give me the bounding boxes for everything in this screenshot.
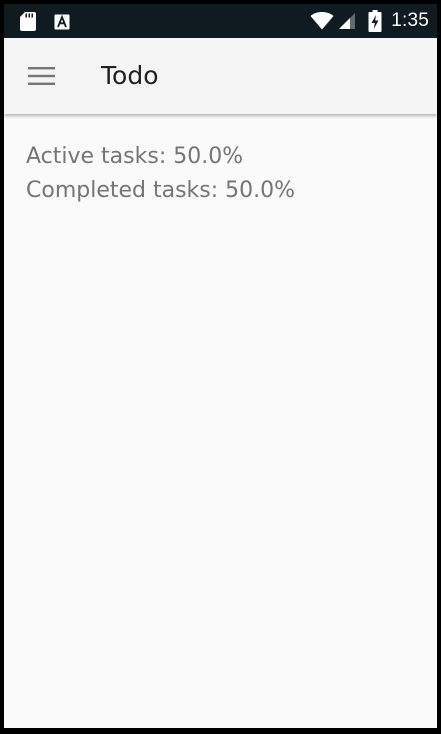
a-keyboard-icon	[54, 14, 70, 30]
app-bar: Todo	[4, 38, 437, 114]
menu-icon[interactable]	[28, 66, 56, 86]
statistics-content: Active tasks: 50.0% Completed tasks: 50.…	[26, 140, 295, 208]
status-bar: 1:35	[4, 4, 437, 38]
status-time: 1:35	[391, 10, 429, 31]
sd-card-icon	[20, 12, 36, 31]
device-screen: 1:35 Todo Active tasks: 50.0% Completed …	[0, 0, 441, 734]
completed-tasks-stat: Completed tasks: 50.0%	[26, 178, 296, 203]
battery-charging-icon	[368, 10, 382, 32]
status-bar-right: 1:35	[310, 4, 429, 38]
active-tasks-stat: Active tasks: 50.0%	[26, 144, 244, 169]
cellular-signal-icon	[339, 13, 356, 29]
page-title: Todo	[101, 61, 159, 90]
wifi-icon	[310, 12, 334, 30]
app-window: Todo Active tasks: 50.0% Completed tasks…	[4, 38, 437, 728]
